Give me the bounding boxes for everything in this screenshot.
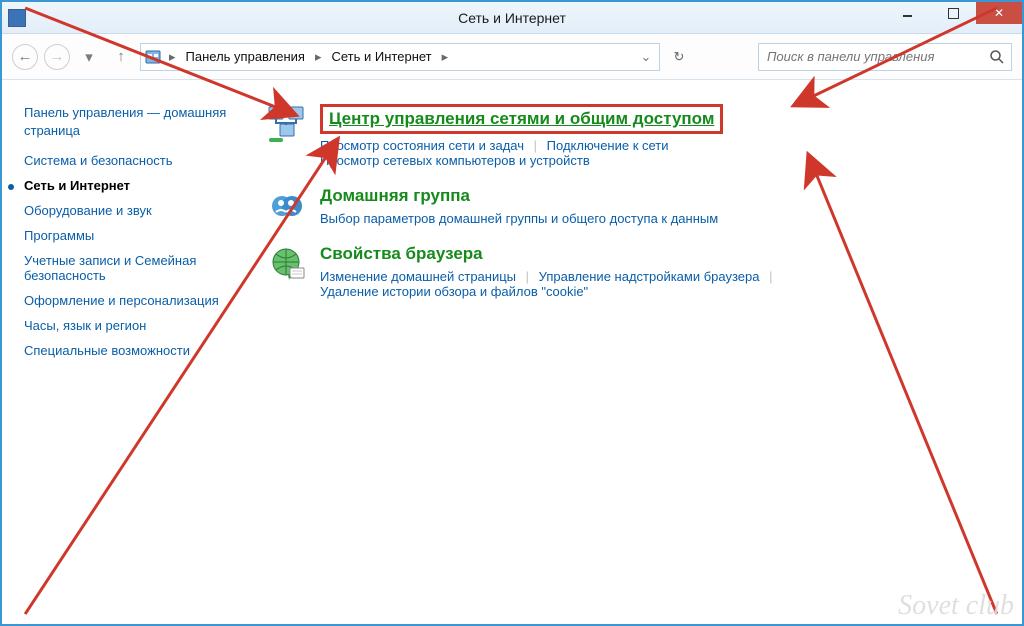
sidebar-item-network[interactable]: Сеть и Интернет <box>24 178 242 193</box>
breadcrumb-current[interactable]: Сеть и Интернет <box>326 44 438 70</box>
sidebar-item-access[interactable]: Специальные возможности <box>24 343 242 358</box>
section-homegroup: Домашняя группа Выбор параметров домашне… <box>266 186 1000 226</box>
sidebar-item-system[interactable]: Система и безопасность <box>24 153 242 168</box>
back-button[interactable]: ← <box>12 44 38 70</box>
link-manage-addons[interactable]: Управление надстройками браузера <box>539 269 760 284</box>
address-bar[interactable]: ▸ Панель управления ▸ Сеть и Интернет ▸ … <box>140 43 660 71</box>
window-title: Сеть и Интернет <box>2 10 1022 26</box>
homegroup-icon <box>266 186 306 226</box>
content-area: Панель управления — домашняя страница Си… <box>2 80 1022 624</box>
section-internet-options: Свойства браузера Изменение домашней стр… <box>266 244 1000 298</box>
navigation-bar: ← → ▾ ↑ ▸ Панель управления ▸ Сеть и Инт… <box>2 34 1022 80</box>
main-panel: Центр управления сетями и общим доступом… <box>242 104 1000 614</box>
minimize-button[interactable] <box>884 2 930 24</box>
section-title-homegroup[interactable]: Домашняя группа <box>320 186 718 206</box>
sidebar: Панель управления — домашняя страница Си… <box>24 104 242 614</box>
up-button[interactable]: ↑ <box>108 44 134 70</box>
link-view-status[interactable]: Просмотр состояния сети и задач <box>320 138 524 153</box>
breadcrumb-chevron-icon[interactable]: ▸ <box>167 49 178 65</box>
sidebar-item-hardware[interactable]: Оборудование и звук <box>24 203 242 218</box>
search-icon <box>989 49 1005 65</box>
window-controls <box>884 2 1022 24</box>
maximize-button[interactable] <box>930 2 976 24</box>
network-center-icon <box>266 104 306 144</box>
search-box[interactable] <box>758 43 1012 71</box>
link-change-homepage[interactable]: Изменение домашней страницы <box>320 269 516 284</box>
breadcrumb-chevron-icon[interactable]: ▸ <box>313 49 324 65</box>
close-button[interactable] <box>976 2 1022 24</box>
sidebar-item-clock[interactable]: Часы, язык и регион <box>24 318 242 333</box>
window-frame: Сеть и Интернет ← → ▾ ↑ ▸ Панель управле… <box>0 0 1024 626</box>
section-network-center: Центр управления сетями и общим доступом… <box>266 104 1000 168</box>
link-homegroup-settings[interactable]: Выбор параметров домашней группы и общег… <box>320 211 718 226</box>
link-view-devices[interactable]: Просмотр сетевых компьютеров и устройств <box>320 153 590 168</box>
sidebar-item-appearance[interactable]: Оформление и персонализация <box>24 293 242 308</box>
system-menu-icon[interactable] <box>8 9 26 27</box>
section-title-internet-options[interactable]: Свойства браузера <box>320 244 779 264</box>
search-input[interactable] <box>765 48 989 65</box>
internet-options-icon <box>266 244 306 284</box>
breadcrumb-root[interactable]: Панель управления <box>180 44 311 70</box>
titlebar[interactable]: Сеть и Интернет <box>2 2 1022 34</box>
refresh-button[interactable]: ↻ <box>666 44 692 70</box>
recent-locations-button[interactable]: ▾ <box>76 44 102 70</box>
forward-button[interactable]: → <box>44 44 70 70</box>
breadcrumb-chevron-icon[interactable]: ▸ <box>440 49 451 65</box>
sidebar-item-users[interactable]: Учетные записи и Семейная безопасность <box>24 253 242 283</box>
address-history-dropdown[interactable]: ⌄ <box>637 49 655 65</box>
link-connect[interactable]: Подключение к сети <box>547 138 669 153</box>
link-divider: | <box>528 138 543 153</box>
sidebar-item-programs[interactable]: Программы <box>24 228 242 243</box>
sidebar-home-link[interactable]: Панель управления — домашняя страница <box>24 104 242 139</box>
section-title-network-center[interactable]: Центр управления сетями и общим доступом <box>320 104 723 134</box>
control-panel-icon <box>145 49 161 65</box>
link-divider: | <box>763 269 778 284</box>
link-delete-history[interactable]: Удаление истории обзора и файлов "cookie… <box>320 284 588 299</box>
link-divider: | <box>520 269 535 284</box>
